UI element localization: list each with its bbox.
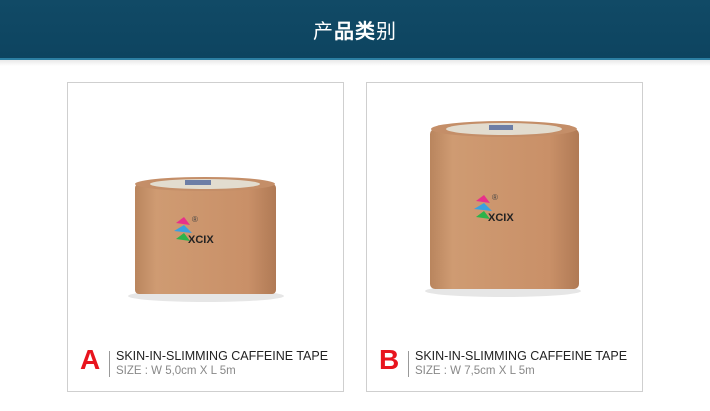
brand-text-a: XCIX: [188, 234, 214, 246]
product-size-a: SIZE : W 5,0cm X L 5m: [116, 365, 236, 377]
caption-divider: [408, 351, 409, 377]
product-photo-b: XCIX ®: [425, 121, 581, 297]
title-part-2: 品类: [334, 18, 376, 43]
product-size-b: SIZE : W 7,5cm X L 5m: [415, 365, 535, 377]
caption-divider: [109, 351, 110, 377]
header-shadow: [0, 60, 710, 66]
title-part-1: 产: [313, 18, 334, 43]
product-card-a[interactable]: XCIX ® A SKIN-IN-SLIMMING CAFFEINE TAPE …: [67, 82, 344, 392]
product-card-b[interactable]: XCIX ® B SKIN-IN-SLIMMING CAFFEINE TAPE …: [366, 82, 643, 392]
product-letter-a: A: [80, 344, 101, 375]
product-title-b: SKIN-IN-SLIMMING CAFFEINE TAPE: [415, 349, 628, 363]
caption-b: B SKIN-IN-SLIMMING CAFFEINE TAPE SIZE : …: [379, 345, 637, 385]
title-part-3: 别: [376, 18, 397, 43]
product-letter-b: B: [379, 344, 400, 375]
header-bar: 产品类别: [0, 0, 710, 60]
page-title: 产品类别: [313, 15, 397, 44]
registered-mark-a: ®: [192, 215, 198, 224]
caption-a: A SKIN-IN-SLIMMING CAFFEINE TAPE SIZE : …: [80, 345, 338, 385]
product-title-a: SKIN-IN-SLIMMING CAFFEINE TAPE: [116, 349, 329, 363]
registered-mark-b: ®: [492, 193, 498, 202]
brand-text-b: XCIX: [488, 212, 514, 224]
product-photo-a: XCIX ®: [128, 177, 284, 302]
